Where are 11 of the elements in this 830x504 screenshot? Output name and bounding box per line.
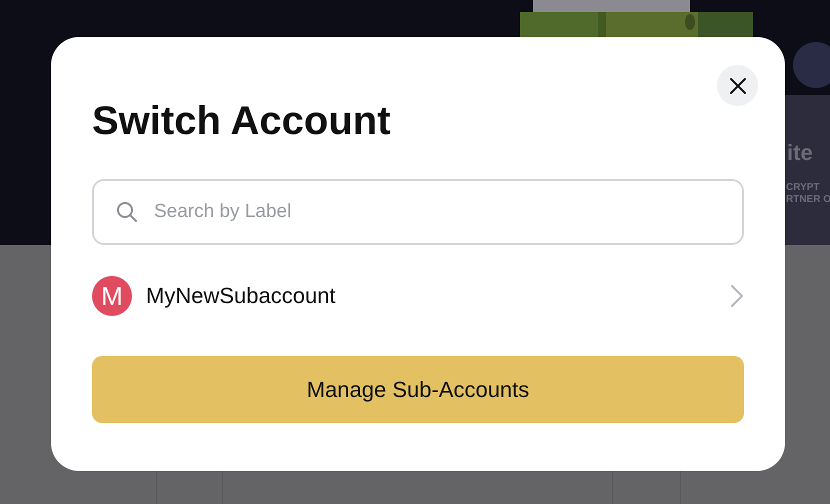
search-icon — [116, 201, 138, 223]
banner-text: ite — [787, 140, 814, 166]
banner-text: CRYPT — [786, 182, 821, 194]
account-avatar: M — [92, 276, 132, 316]
manage-sub-accounts-button[interactable]: Manage Sub-Accounts — [92, 356, 744, 423]
search-field[interactable]: Search by Label — [92, 179, 744, 245]
account-name[interactable]: MyNewSubaccount — [146, 283, 716, 309]
dialog-title: Switch Account — [92, 98, 392, 145]
close-button[interactable] — [717, 65, 758, 106]
close-icon — [728, 76, 746, 94]
avatar-circle — [793, 42, 830, 88]
